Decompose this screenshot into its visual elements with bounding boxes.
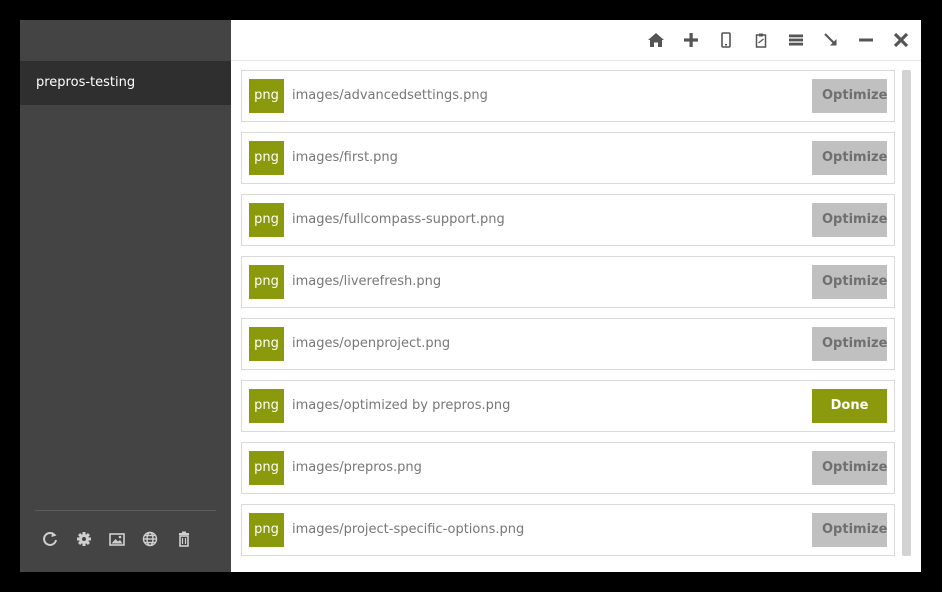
file-row[interactable]: png images/fullcompass-support.png Optimiz… bbox=[241, 194, 895, 246]
globe-icon[interactable] bbox=[140, 529, 160, 549]
refresh-icon[interactable] bbox=[40, 529, 60, 549]
scrollbar[interactable] bbox=[902, 70, 911, 556]
gear-icon[interactable] bbox=[74, 529, 94, 549]
file-row[interactable]: png images/first.png Optimize bbox=[241, 132, 895, 184]
home-icon[interactable] bbox=[646, 30, 666, 50]
file-path: images/openproject.png bbox=[292, 336, 451, 351]
file-path: images/project-specific-options.png bbox=[292, 522, 525, 537]
optimize-button[interactable]: Optimize bbox=[812, 265, 887, 299]
minimize-icon[interactable] bbox=[856, 30, 876, 50]
sidebar-item-project[interactable]: prepros-testing bbox=[20, 61, 231, 105]
file-row[interactable]: png images/optimized by prepros.png Done bbox=[241, 380, 895, 432]
file-path: images/fullcompass-support.png bbox=[292, 212, 505, 227]
file-path: images/liverefresh.png bbox=[292, 274, 442, 289]
done-button[interactable]: Done bbox=[812, 389, 887, 423]
file-type-badge: png bbox=[249, 203, 284, 237]
file-row[interactable]: png images/advancedsettings.png Optimize bbox=[241, 70, 895, 122]
file-path: images/prepros.png bbox=[292, 460, 422, 475]
trash-icon[interactable] bbox=[174, 529, 194, 549]
file-type-badge: png bbox=[249, 451, 284, 485]
main-panel: png images/advancedsettings.png Optimize pn… bbox=[231, 20, 921, 572]
optimize-button[interactable]: Optimize bbox=[812, 203, 887, 237]
optimize-button[interactable]: Optimize bbox=[812, 513, 887, 547]
file-type-badge: png bbox=[249, 79, 284, 113]
clipboard-icon[interactable] bbox=[751, 30, 771, 50]
menu-icon[interactable] bbox=[786, 30, 806, 50]
file-row[interactable]: png images/openproject.png Optimize bbox=[241, 318, 895, 370]
image-icon[interactable] bbox=[107, 529, 127, 549]
file-path: images/optimized by prepros.png bbox=[292, 398, 511, 413]
optimize-button[interactable]: Optimize bbox=[812, 79, 887, 113]
file-type-badge: png bbox=[249, 141, 284, 175]
plus-icon[interactable] bbox=[681, 30, 701, 50]
sidebar: prepros-testing bbox=[20, 20, 231, 572]
mobile-icon[interactable] bbox=[716, 30, 736, 50]
app-window: prepros-testing png images/advancedsetti… bbox=[20, 20, 921, 572]
file-type-badge: png bbox=[249, 265, 284, 299]
file-type-badge: png bbox=[249, 389, 284, 423]
optimize-button[interactable]: Optimize bbox=[812, 327, 887, 361]
file-path: images/advancedsettings.png bbox=[292, 88, 488, 103]
optimize-button[interactable]: Optimize bbox=[812, 141, 887, 175]
arrow-down-right-icon[interactable] bbox=[821, 30, 841, 50]
file-type-badge: png bbox=[249, 513, 284, 547]
file-type-badge: png bbox=[249, 327, 284, 361]
sidebar-divider bbox=[35, 510, 216, 511]
close-icon[interactable] bbox=[891, 30, 911, 50]
file-row[interactable]: png images/project-specific-options.png Op… bbox=[241, 504, 895, 556]
file-row[interactable]: png images/liverefresh.png Optimize bbox=[241, 256, 895, 308]
file-row[interactable]: png images/prepros.png Optimize bbox=[241, 442, 895, 494]
file-path: images/first.png bbox=[292, 150, 398, 165]
optimize-button[interactable]: Optimize bbox=[812, 451, 887, 485]
top-toolbar bbox=[231, 20, 921, 61]
